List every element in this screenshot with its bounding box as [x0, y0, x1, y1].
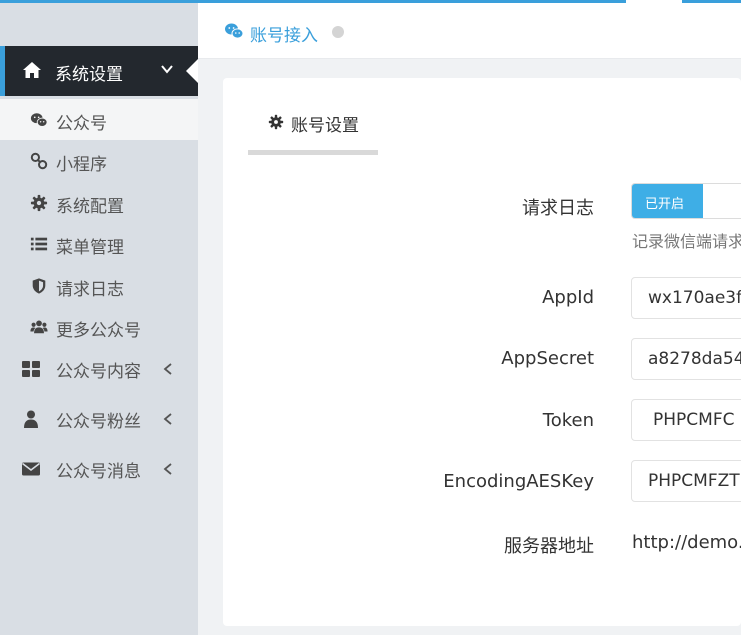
token-field[interactable]: PHPCMFC — [631, 399, 741, 441]
chevron-left-icon — [163, 363, 172, 375]
sidebar-item-label: 更多公众号 — [56, 320, 141, 341]
chevron-down-icon — [161, 65, 173, 74]
sidebar-item-more-accounts[interactable]: 更多公众号 — [0, 306, 198, 347]
toggle-on-label: 已开启 — [645, 197, 685, 212]
sidebar-item-request-log[interactable]: 请求日志 — [0, 265, 198, 306]
list-icon — [30, 237, 48, 251]
gear-icon — [268, 114, 284, 130]
appid-field[interactable]: wx170ae3ff — [631, 277, 741, 319]
sidebar-group-content[interactable]: 公众号内容 — [0, 349, 198, 389]
sidebar-submenu: 公众号 小程序 系统配置 菜单管理 请求日志 更多公众号 — [0, 99, 198, 347]
link-icon — [30, 153, 48, 170]
sidebar-item-label: 请求日志 — [56, 279, 124, 300]
request-log-toggle[interactable]: 已开启 — [631, 183, 741, 219]
appsecret-label: AppSecret — [501, 348, 594, 369]
sidebar-item-label: 小程序 — [56, 155, 107, 176]
sidebar-group-messages[interactable]: 公众号消息 — [0, 449, 198, 489]
sidebar-item-system-config[interactable]: 系统配置 — [0, 182, 198, 223]
appid-label: AppId — [542, 287, 594, 308]
appsecret-value: a8278da54f — [648, 349, 741, 369]
toggle-on-segment[interactable]: 已开启 — [632, 184, 703, 218]
sidebar-group-label: 公众号消息 — [56, 462, 141, 482]
sidebar: 系统设置 公众号 小程序 系统配置 菜单管理 请求日志 更多公众号 公众号内容 … — [0, 3, 198, 635]
breadcrumb-tab[interactable]: 账号接入 — [250, 21, 318, 46]
sidebar-item-wechat[interactable]: 公众号 — [0, 99, 198, 141]
sidebar-section-system-settings[interactable]: 系统设置 — [0, 46, 198, 96]
token-label: Token — [542, 410, 594, 431]
sidebar-section-label: 系统设置 — [55, 65, 123, 85]
wechat-icon — [30, 113, 48, 127]
breadcrumb: 账号接入 — [198, 3, 741, 59]
server-url-label: 服务器地址 — [504, 536, 594, 557]
sidebar-group-fans[interactable]: 公众号粉丝 — [0, 399, 198, 439]
request-log-label: 请求日志 — [522, 198, 594, 219]
home-icon — [23, 62, 41, 78]
appid-value: wx170ae3ff — [648, 288, 741, 308]
aeskey-value: PHPCMFZT — [648, 471, 740, 491]
request-log-hint: 记录微信端请求 — [632, 232, 741, 251]
active-accent — [0, 46, 5, 96]
gear-icon — [30, 194, 48, 211]
sidebar-item-miniprogram[interactable]: 小程序 — [0, 140, 198, 181]
server-url-value: http://demo.x — [632, 532, 741, 553]
sidebar-group-label: 公众号内容 — [56, 362, 141, 382]
grid-icon — [22, 361, 40, 377]
sidebar-item-label: 公众号 — [56, 114, 107, 134]
sidebar-item-label: 菜单管理 — [56, 238, 124, 259]
sidebar-item-label: 系统配置 — [56, 196, 124, 217]
aeskey-field[interactable]: PHPCMFZT — [631, 460, 741, 502]
shield-icon — [32, 277, 46, 294]
chevron-left-icon — [163, 413, 172, 425]
user-icon — [24, 410, 38, 428]
active-notch — [186, 59, 198, 83]
chevron-left-icon — [163, 463, 172, 475]
users-icon — [30, 320, 48, 334]
sidebar-group-label: 公众号粉丝 — [56, 412, 141, 432]
sidebar-item-menu-manage[interactable]: 菜单管理 — [0, 223, 198, 264]
tab-account-settings[interactable]: 账号设置 — [248, 100, 378, 155]
token-value: PHPCMFC — [653, 410, 735, 430]
tab-close-dot[interactable] — [332, 26, 344, 38]
wechat-icon — [225, 23, 244, 39]
tab-underline — [248, 150, 378, 155]
aeskey-label: EncodingAESKey — [443, 471, 594, 492]
tab-label: 账号设置 — [291, 116, 359, 136]
appsecret-field[interactable]: a8278da54f — [631, 338, 741, 380]
envelope-icon — [22, 462, 40, 476]
